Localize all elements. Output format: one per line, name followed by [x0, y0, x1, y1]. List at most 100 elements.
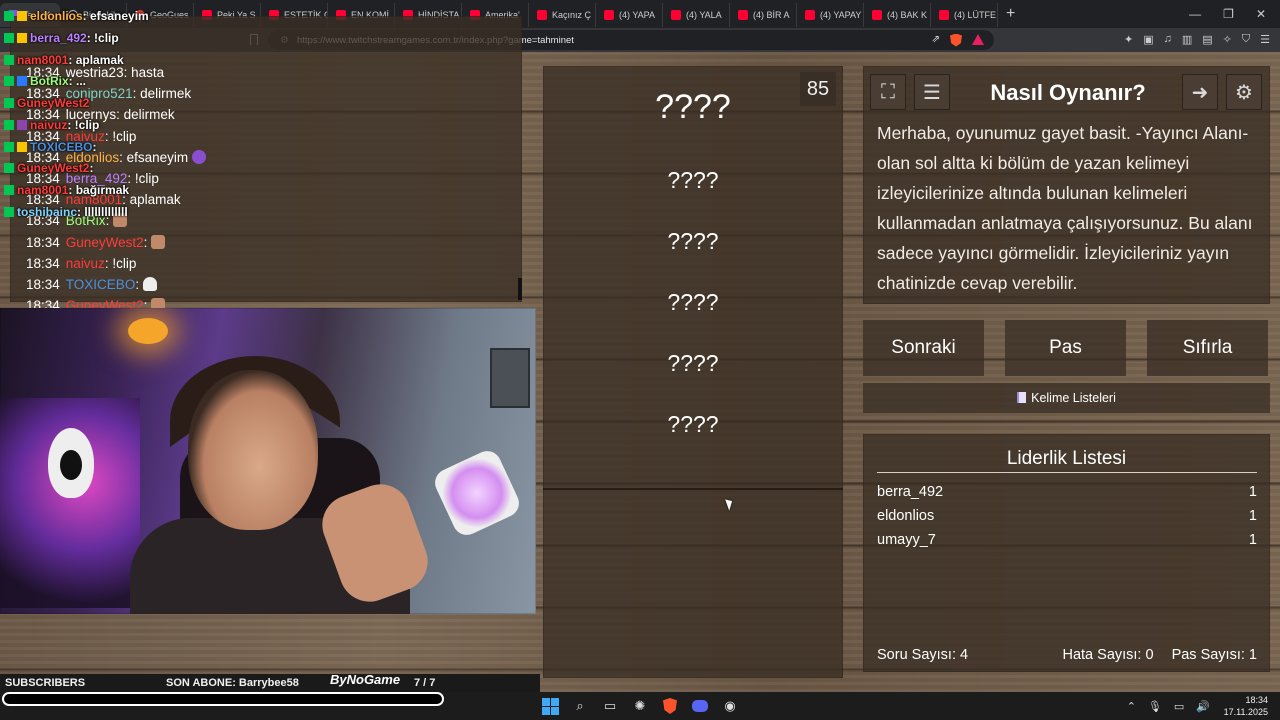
brave-browser-icon[interactable] — [660, 696, 680, 716]
overlay-chat-username: BotRix — [30, 74, 69, 88]
share-icon[interactable]: ⇗ — [932, 34, 940, 47]
leo-ai-icon[interactable]: ✧ — [1223, 33, 1232, 46]
tab-item[interactable]: (4) YALA — [663, 3, 730, 27]
leaderboard-title: Liderlik Listesi — [1006, 448, 1127, 469]
chat-text: : delirmek — [116, 107, 175, 123]
obs-icon[interactable]: ◉ — [720, 696, 740, 716]
vpn-icon[interactable]: ⛉ — [1242, 33, 1250, 46]
media-icon[interactable]: ♫ — [1164, 33, 1172, 46]
tab-item[interactable]: (4) YAPAY — [797, 3, 864, 27]
overlay-chat-username: toshibainc — [17, 205, 78, 219]
overlay-chat-username: TOXICEBO — [30, 140, 93, 154]
overlay-chat-message: TOXICEBO: — [4, 140, 96, 154]
chat-message: 18:34 naivuz: !clip — [26, 256, 136, 271]
chat-time: 18:34 — [26, 277, 60, 292]
how-to-play-text: Merhaba, oyunumuz gayet basit. -Yayıncı … — [877, 123, 1253, 293]
screenshot-icon[interactable]: ▣ — [1143, 33, 1153, 46]
overlay-chat-username: nam8001 — [17, 53, 69, 67]
task-view-icon[interactable]: ▭ — [600, 696, 620, 716]
overlay-chat-text: : aplamak — [68, 53, 124, 67]
streamer-face — [188, 370, 318, 530]
overlay-chat-username: berra_492 — [30, 31, 87, 45]
youtube-icon — [537, 10, 547, 20]
volume-icon[interactable]: 🔊 — [1196, 700, 1210, 713]
chat-badge-icon — [4, 33, 14, 43]
picture-frame — [490, 348, 530, 408]
restore-icon[interactable]: ❐ — [1223, 7, 1234, 21]
tab-item[interactable]: (4) BAK K — [864, 3, 931, 27]
chat-text: : !clip — [104, 128, 137, 144]
forbidden-word: ???? — [667, 167, 719, 193]
new-tab-button[interactable]: + — [998, 5, 1023, 23]
overlay-chat-message: nam8001: bağırmak — [4, 183, 129, 197]
overlay-chat-text: : — [92, 140, 97, 154]
leaderboard-row: umayy_7 1 — [877, 532, 1257, 548]
close-window-icon[interactable]: ✕ — [1256, 7, 1266, 21]
last-subscriber: SON ABONE: Barrybee58 — [166, 677, 299, 689]
microphone — [430, 446, 524, 540]
chat-text: : — [135, 277, 140, 292]
brave-rewards-icon[interactable] — [972, 33, 984, 45]
next-button[interactable]: Sonraki — [863, 320, 984, 376]
settings-gear-icon[interactable]: ⚙ — [1226, 74, 1262, 110]
player-score: 1 — [1248, 484, 1257, 500]
tab-item[interactable]: (4) YAPA — [596, 3, 663, 27]
player-score: 1 — [1248, 532, 1257, 548]
discord-icon[interactable] — [690, 696, 710, 716]
reset-button[interactable]: Sıfırla — [1147, 320, 1268, 376]
tab-item[interactable]: (4) LÜTFE — [931, 3, 998, 27]
chat-message: 18:34 TOXICEBO: — [26, 277, 158, 292]
overlay-chat-message: GuneyWest2: — [4, 161, 93, 175]
pass-button[interactable]: Pas — [1005, 320, 1126, 376]
fullscreen-icon[interactable]: ⛶ — [870, 74, 906, 110]
chatgpt-icon[interactable]: ✺ — [630, 696, 650, 716]
word-lists-label: Kelime Listeleri — [1031, 391, 1116, 405]
overlay-chat-username: GuneyWest2 — [17, 96, 90, 110]
brave-shields-icon[interactable] — [950, 33, 962, 47]
chat-username[interactable]: GuneyWest2 — [66, 235, 144, 250]
tab-item[interactable]: Kaçınız Ç — [529, 3, 596, 27]
chevron-up-icon[interactable]: ⌃ — [1127, 700, 1136, 713]
overlay-chat-text: : lllllllllllll — [77, 205, 128, 219]
start-button[interactable] — [540, 696, 560, 716]
player-name: umayy_7 — [877, 532, 936, 548]
overlay-chat-message: naivuz: !clip — [4, 118, 99, 132]
chat-time: 18:34 — [26, 255, 60, 271]
chat-text: : aplamak — [122, 192, 181, 208]
book-icon — [1017, 392, 1027, 403]
chat-scrollbar[interactable] — [518, 278, 522, 300]
youtube-icon — [939, 10, 949, 20]
youtube-icon — [738, 10, 748, 20]
subscriber-bar: SUBSCRIBERS SON ABONE: Barrybee58 7 / 7 — [0, 674, 540, 692]
clock-date: 17.11.2025 — [1223, 707, 1268, 717]
emote-icon — [192, 149, 207, 164]
chat-text: : !clip — [127, 171, 159, 186]
notes-icon[interactable]: ☰ — [914, 74, 950, 110]
bynogame-logo: ByNoGame — [330, 672, 401, 687]
chat-badge-icon — [17, 11, 27, 21]
target-word: ???? — [655, 88, 731, 126]
extensions-icon[interactable]: ✦ — [1124, 33, 1133, 46]
sidebar-icon[interactable]: ▥ — [1182, 33, 1192, 46]
overlay-chat-message: GuneyWest2 — [4, 96, 89, 110]
tab-item[interactable]: (4) BİR A — [730, 3, 797, 27]
chat-badge-icon — [4, 120, 14, 130]
exit-icon[interactable]: ➜ — [1182, 74, 1218, 110]
chat-username[interactable]: naivuz — [66, 256, 105, 271]
network-icon[interactable]: ▭ — [1174, 700, 1184, 713]
wallet-icon[interactable]: ▤ — [1202, 33, 1212, 46]
search-icon[interactable]: ⌕ — [570, 696, 590, 716]
microphone-icon[interactable]: 🎙 — [1148, 700, 1162, 713]
overlay-chat-message: toshibainc: lllllllllllll — [4, 205, 128, 219]
sub-goal-progress-bar — [2, 692, 444, 706]
minimize-icon[interactable]: — — [1189, 7, 1201, 21]
chat-username[interactable]: TOXICEBO — [66, 277, 136, 292]
chat-text: : hasta — [123, 65, 165, 80]
forbidden-word: ???? — [667, 289, 719, 315]
system-clock[interactable]: 18:34 17.11.2025 — [1224, 694, 1268, 718]
menu-icon[interactable]: ☰ — [1260, 33, 1270, 46]
word-lists-button[interactable]: Kelime Listeleri — [863, 383, 1270, 413]
chat-badge-icon — [4, 98, 14, 108]
overlay-chat-text: : !clip — [67, 118, 100, 132]
chat-badge-icon — [4, 185, 14, 195]
